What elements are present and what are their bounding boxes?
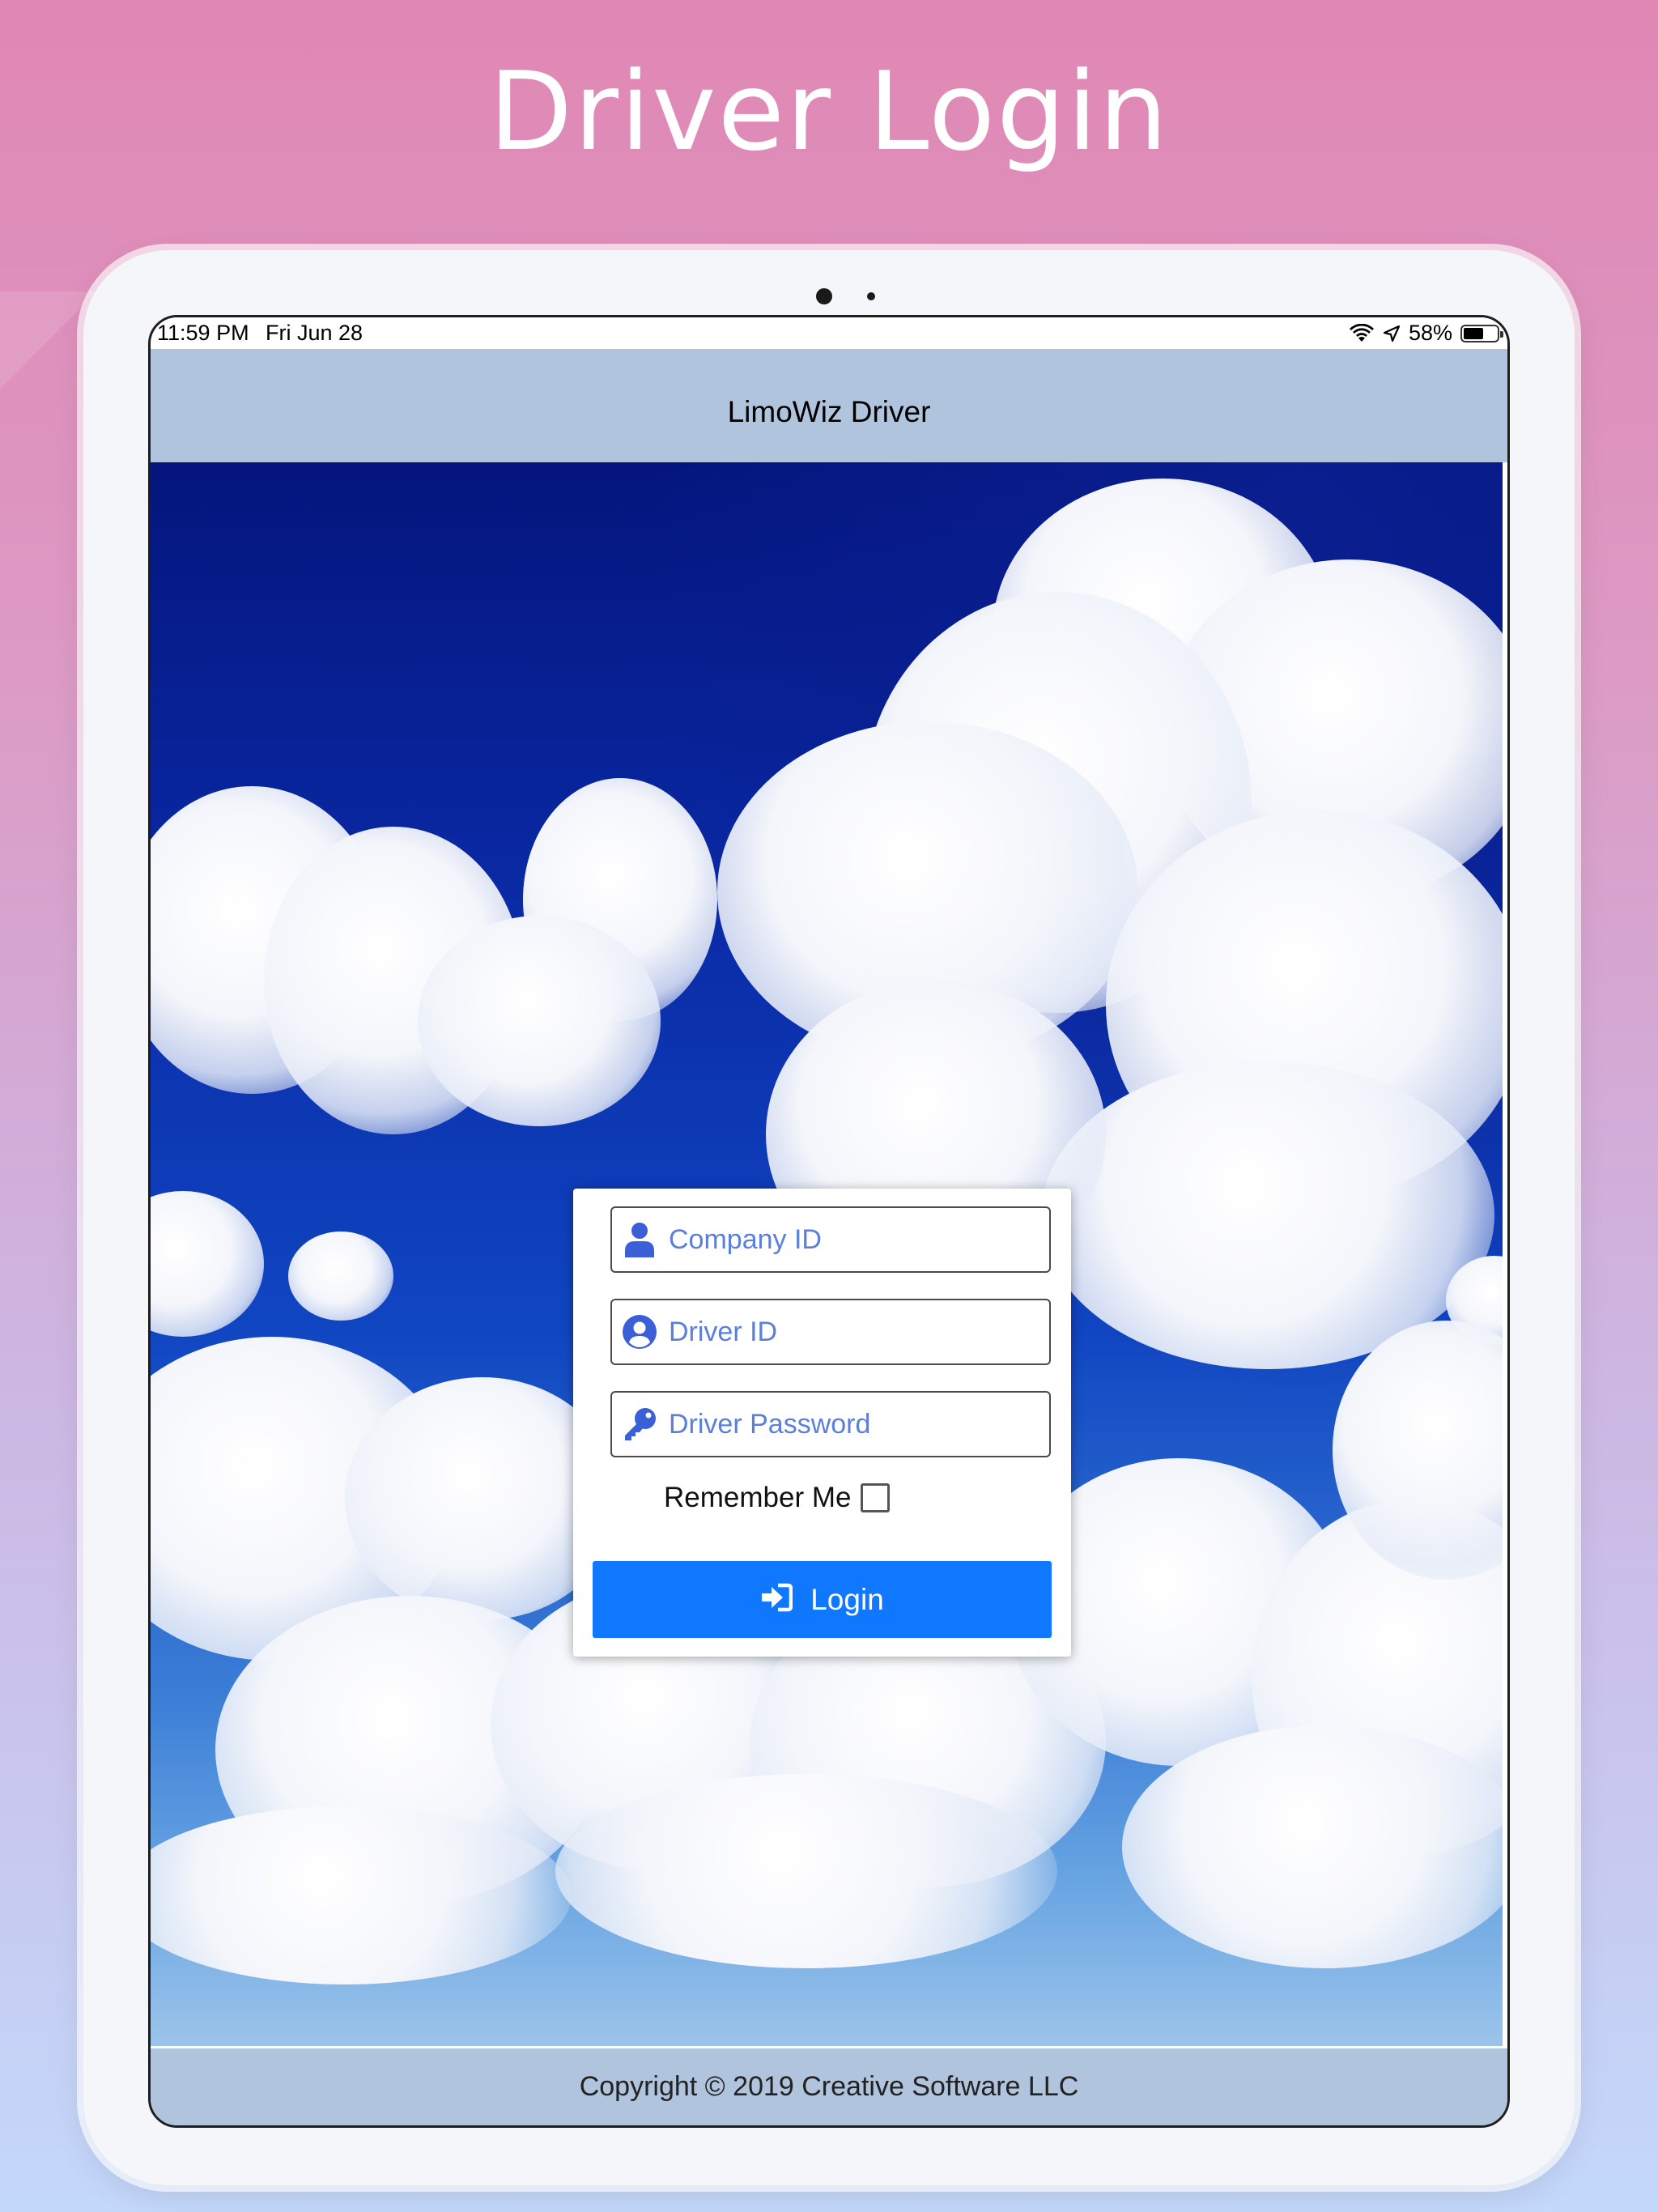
app-screen: 11:59 PM Fri Jun 28 58% LimoWiz Driver C…	[148, 315, 1510, 2128]
key-icon	[620, 1405, 659, 1444]
status-bar: 11:59 PM Fri Jun 28 58%	[151, 317, 1507, 349]
sensor-icon	[867, 292, 875, 300]
page-title: Driver Login	[488, 49, 1170, 175]
tablet-frame: 11:59 PM Fri Jun 28 58% LimoWiz Driver C…	[83, 250, 1575, 2185]
location-arrow-icon	[1383, 325, 1401, 342]
login-button-label: Login	[810, 1582, 884, 1616]
remember-me-label: Remember Me	[664, 1482, 852, 1513]
battery-percent: 58%	[1408, 321, 1452, 345]
login-card: Remember Me Login	[573, 1189, 1071, 1657]
background-shape	[0, 291, 97, 389]
user-circle-icon	[620, 1312, 659, 1351]
wifi-icon	[1349, 323, 1375, 343]
battery-icon	[1460, 324, 1503, 342]
driver-password-input[interactable]	[667, 1407, 1035, 1441]
login-button[interactable]: Login	[593, 1561, 1052, 1638]
driver-id-field[interactable]	[610, 1299, 1051, 1365]
copyright-text: Copyright © 2019 Creative Software LLC	[579, 2071, 1079, 2102]
footer: Copyright © 2019 Creative Software LLC	[151, 2048, 1507, 2125]
company-id-input[interactable]	[667, 1223, 1035, 1257]
camera-icon	[816, 288, 832, 304]
nav-bar: LimoWiz Driver	[151, 349, 1507, 462]
driver-id-input[interactable]	[667, 1315, 1035, 1349]
status-date: Fri Jun 28	[266, 321, 363, 345]
sign-in-icon	[760, 1583, 793, 1616]
remember-me-row: Remember Me	[664, 1482, 891, 1514]
status-indicators: 58%	[1349, 317, 1503, 349]
remember-me-checkbox[interactable]	[861, 1483, 891, 1512]
driver-password-field[interactable]	[610, 1391, 1051, 1457]
app-title: LimoWiz Driver	[727, 395, 931, 428]
company-id-field[interactable]	[610, 1206, 1051, 1273]
status-time: 11:59 PM	[157, 321, 249, 345]
user-icon	[620, 1220, 659, 1259]
